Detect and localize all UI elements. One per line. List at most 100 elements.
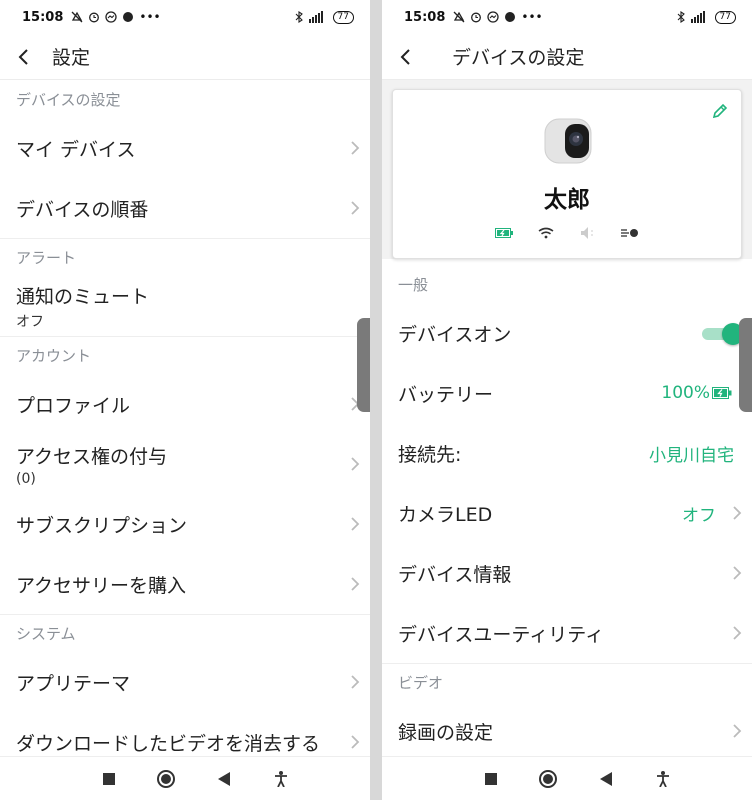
app-bar: デバイスの設定 [382,34,752,80]
list-item-grant-access[interactable]: アクセス権の付与 (0) [0,434,370,494]
signal-icon [308,11,323,23]
notification-icons: ••• [453,10,543,24]
list-item-device-info[interactable]: デバイス情報 [382,543,752,603]
chevron-right-icon [351,577,360,591]
device-card: 太郎 [392,89,742,259]
list-item-app-theme[interactable]: アプリテーマ [0,652,370,712]
system-nav-bar [0,756,370,800]
device-name: 太郎 [544,187,590,213]
back-arrow-icon [400,48,410,65]
list-item-label: アクセス権の付与 [16,445,168,468]
nav-back-button[interactable] [212,767,236,791]
home-circle-icon [157,769,176,788]
camera-led-value: オフ [682,505,716,526]
recents-square-icon [484,772,497,785]
wifi-icon [535,226,557,240]
home-button[interactable] [536,767,560,791]
list-item-battery: バッテリー 100% [382,363,752,423]
notification-icons: ••• [71,10,161,24]
list-item-clear-downloads[interactable]: ダウンロードしたビデオを消去する [0,712,370,756]
list-item-camera-led[interactable]: カメラLED オフ [382,483,752,543]
list-item-my-devices[interactable]: マイ デバイス [0,118,370,178]
device-on-toggle[interactable] [702,323,744,345]
list-item-recording-settings[interactable]: 録画の設定 [382,701,752,756]
home-circle-icon [539,769,558,788]
card-area: 太郎 [382,80,752,259]
section-header-device: デバイスの設定 [16,90,121,109]
list-item-label: マイ デバイス [16,138,136,161]
chevron-right-icon [733,626,742,640]
settings-screen: 15:08 ••• 77 設定 デバイスの設定 マイ デバイス デバイスの順番 [0,0,370,800]
device-settings-list: 太郎 一般 デバイスオン バッテリー 100% 接続先: 小見川自宅 カメラLE… [382,80,752,756]
app-bar: 設定 [0,34,370,80]
list-item-label: 接続先: [398,443,462,466]
list-item-device-on[interactable]: デバイスオン [382,303,752,363]
more-icon: ••• [139,10,161,24]
list-item-label: バッテリー [398,383,494,406]
chevron-right-icon [733,566,742,580]
page-title: 設定 [52,47,91,69]
messenger-icon [487,11,500,23]
motion-sensor-icon [619,226,641,240]
recents-button[interactable] [97,767,121,791]
battery-level: 77 [714,10,736,24]
back-arrow-icon [18,48,28,65]
bluetooth-icon [677,11,685,23]
recents-button[interactable] [479,767,503,791]
accessibility-button[interactable] [651,767,675,791]
silent-icon [71,11,83,23]
nav-back-button[interactable] [594,767,618,791]
list-item-profile[interactable]: プロファイル [0,374,370,434]
list-item-buy-accessories[interactable]: アクセサリーを購入 [0,554,370,614]
accessibility-icon [275,770,288,787]
list-item-label: カメラLED [398,503,493,526]
status-bar: 15:08 ••• 77 [382,0,752,34]
back-button[interactable] [0,34,48,80]
battery-value: 100% [661,383,710,403]
scroll-handle[interactable] [357,318,370,412]
camera-icon [544,118,592,164]
list-item-label: デバイスの順番 [16,198,149,221]
status-bar: 15:08 ••• 77 [0,0,370,34]
back-triangle-icon [217,771,230,786]
recents-square-icon [102,772,115,785]
list-item-label: デバイス情報 [398,563,512,586]
messenger-icon [105,11,118,23]
scroll-handle[interactable] [739,318,752,412]
app-icon [123,12,134,22]
status-time: 15:08 [22,9,64,25]
accessibility-button[interactable] [269,767,293,791]
connected-to-value: 小見川自宅 [649,445,734,466]
list-item-subscription[interactable]: サブスクリプション [0,494,370,554]
alarm-icon [471,12,482,23]
list-item-sublabel: オフ [16,313,44,330]
list-item-label: アプリテーマ [16,672,131,695]
list-item-device-order[interactable]: デバイスの順番 [0,178,370,238]
speaker-icon [577,226,599,240]
list-item-mute-notifications[interactable]: 通知のミュート オフ [0,276,370,336]
app-icon [505,12,516,22]
chevron-right-icon [351,675,360,689]
list-item-label: 録画の設定 [398,721,494,744]
device-settings-screen: 15:08 ••• 77 デバイスの設定 太郎 一般 デバイスオン バッテリー … [382,0,752,800]
chevron-right-icon [351,141,360,155]
chevron-right-icon [351,201,360,215]
section-header-general: 一般 [398,275,429,294]
system-status: 77 [677,10,736,24]
chevron-right-icon [733,724,742,738]
settings-list: デバイスの設定 マイ デバイス デバイスの順番 アラート 通知のミュート オフ … [0,80,370,756]
home-button[interactable] [154,767,178,791]
list-item-label: 通知のミュート [16,285,150,308]
signal-icon [690,11,705,23]
status-time: 15:08 [404,9,446,25]
list-item-device-utilities[interactable]: デバイスユーティリティ [382,603,752,663]
system-status: 77 [295,10,354,24]
section-header-video: ビデオ [382,663,752,701]
battery-level: 77 [332,10,354,24]
pencil-icon[interactable] [711,102,729,120]
device-status-icons [393,226,741,240]
back-button[interactable] [382,34,430,80]
list-item-label: ダウンロードしたビデオを消去する [16,732,321,755]
bluetooth-icon [295,11,303,23]
list-item-sublabel: (0) [16,470,36,487]
